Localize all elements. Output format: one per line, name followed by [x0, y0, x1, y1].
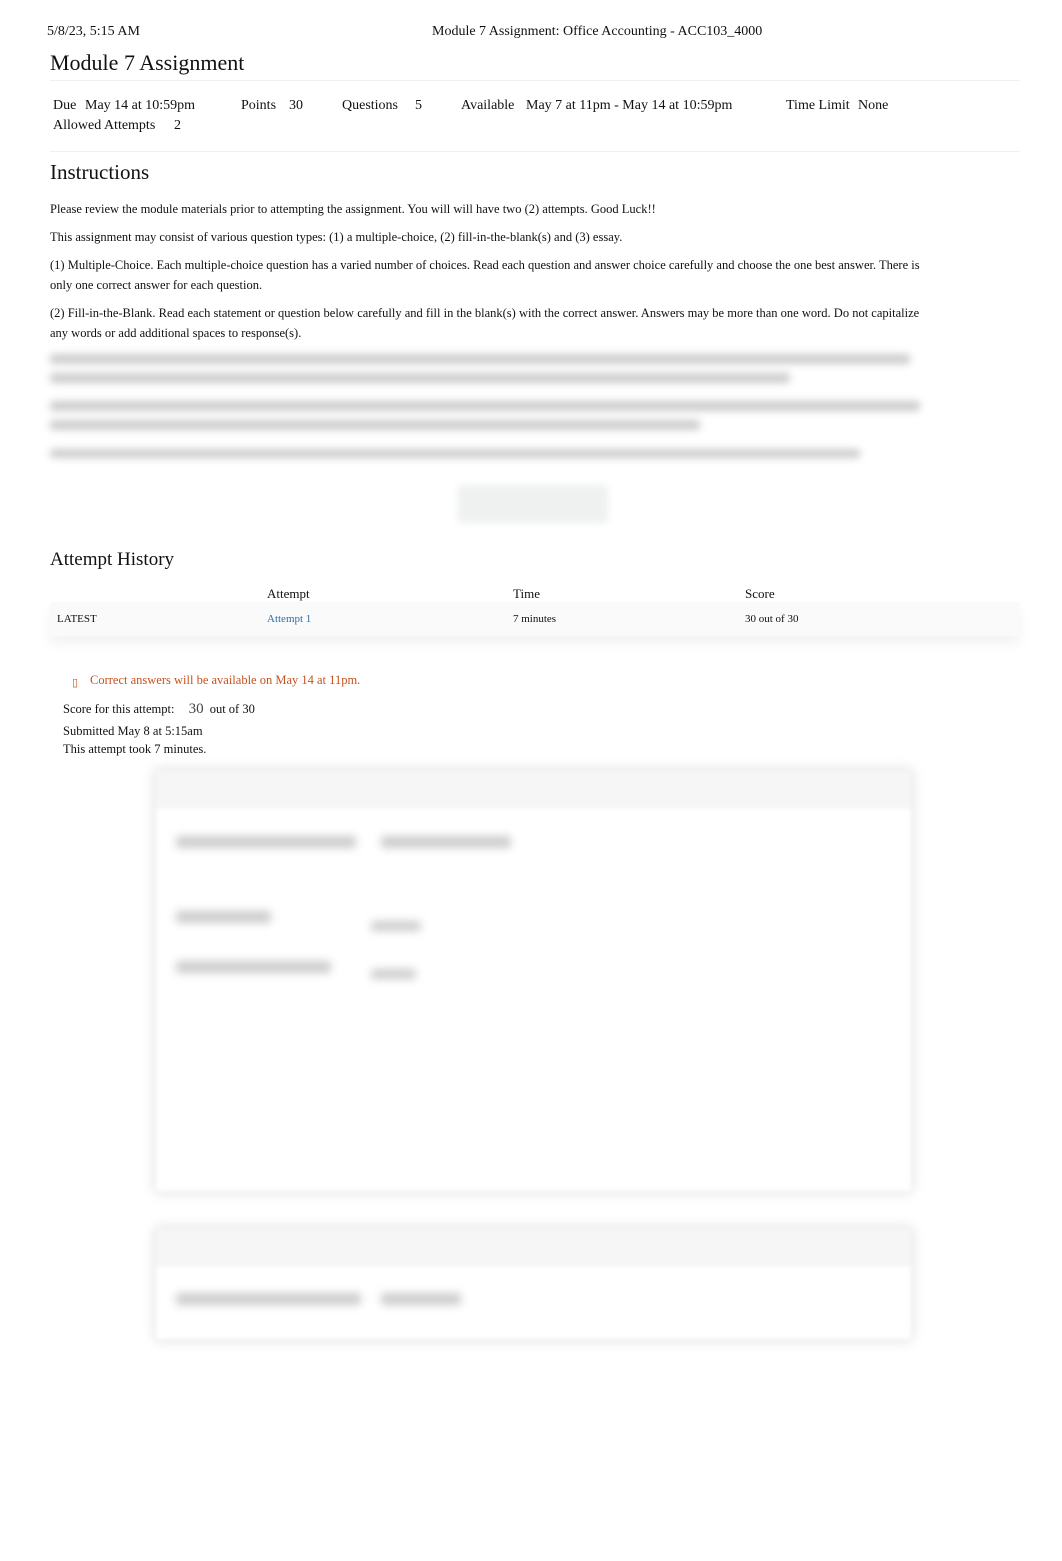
- blurred-text: [50, 449, 860, 458]
- questions-label: Questions: [342, 98, 398, 113]
- available-label: Available: [461, 98, 515, 113]
- assignment-title: Module 7 Assignment: [50, 50, 245, 75]
- available-value: May 7 at 11pm - May 14 at 10:59pm: [526, 98, 733, 113]
- info-icon: ▯: [72, 677, 79, 689]
- attempts-label: Allowed Attempts: [53, 118, 156, 133]
- instruction-paragraph: This assignment may consist of various q…: [50, 230, 623, 244]
- questions-value: 5: [415, 98, 422, 113]
- due-label: Due: [53, 98, 77, 113]
- question-card-blurred: [155, 1228, 912, 1340]
- print-timestamp: 5/8/23, 5:15 AM: [47, 24, 140, 39]
- page: 5/8/23, 5:15 AM Module 7 Assignment: Off…: [0, 0, 1062, 1561]
- points-label: Points: [241, 98, 277, 113]
- score-total: out of 30: [209, 702, 255, 716]
- instruction-paragraph: (2) Fill-in-the-Blank. Read each stateme…: [50, 306, 920, 340]
- print-page-title: Module 7 Assignment: Office Accounting -…: [432, 24, 763, 39]
- column-header-score: Score: [745, 586, 775, 601]
- time-limit-label: Time Limit: [786, 98, 850, 113]
- attempt-1-link[interactable]: Attempt 1: [267, 613, 311, 625]
- score-label: Score for this attempt:: [63, 702, 175, 716]
- blurred-text: [50, 354, 910, 364]
- score-line: Score for this attempt: 30 out of 30: [63, 701, 255, 718]
- instructions-heading: Instructions: [50, 160, 150, 184]
- attempt-duration: This attempt took 7 minutes.: [63, 742, 207, 756]
- attempt-time: 7 minutes: [513, 613, 557, 625]
- latest-label: LATEST: [57, 613, 97, 625]
- points-value: 30: [289, 98, 303, 113]
- blurred-text: [50, 373, 790, 383]
- column-header-attempt: Attempt: [267, 586, 310, 601]
- instruction-paragraph: Please review the module materials prior…: [50, 202, 656, 216]
- due-value: May 14 at 10:59pm: [85, 98, 196, 113]
- time-limit-value: None: [858, 98, 889, 113]
- column-header-time: Time: [513, 586, 540, 601]
- blurred-text: [50, 401, 920, 411]
- submitted-time: Submitted May 8 at 5:15am: [63, 724, 203, 738]
- correct-answers-notice: Correct answers will be available on May…: [90, 673, 361, 687]
- attempt-history-heading: Attempt History: [50, 549, 175, 570]
- assignment-details: Due May 14 at 10:59pm Points 30 Question…: [50, 80, 1020, 152]
- attempts-value: 2: [174, 118, 181, 133]
- question-card-blurred: [155, 770, 912, 1192]
- instruction-paragraph: (1) Multiple-Choice. Each multiple-choic…: [50, 258, 920, 292]
- blurred-button: [458, 485, 608, 523]
- score-value: 30: [188, 701, 204, 717]
- blurred-text: [50, 420, 700, 430]
- attempt-score: 30 out of 30: [745, 613, 799, 625]
